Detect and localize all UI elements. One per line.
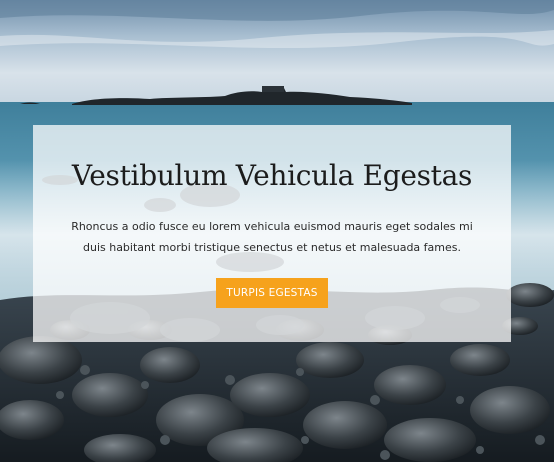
- hero-section: Vestibulum Vehicula Egestas Rhoncus a od…: [0, 0, 554, 462]
- hero-title: Vestibulum Vehicula Egestas: [71, 159, 473, 192]
- turpis-egestas-button[interactable]: TURPIS EGESTAS: [216, 278, 328, 308]
- hero-description: Rhoncus a odio fusce eu lorem vehicula e…: [71, 220, 473, 254]
- hero-card: Vestibulum Vehicula Egestas Rhoncus a od…: [33, 125, 511, 342]
